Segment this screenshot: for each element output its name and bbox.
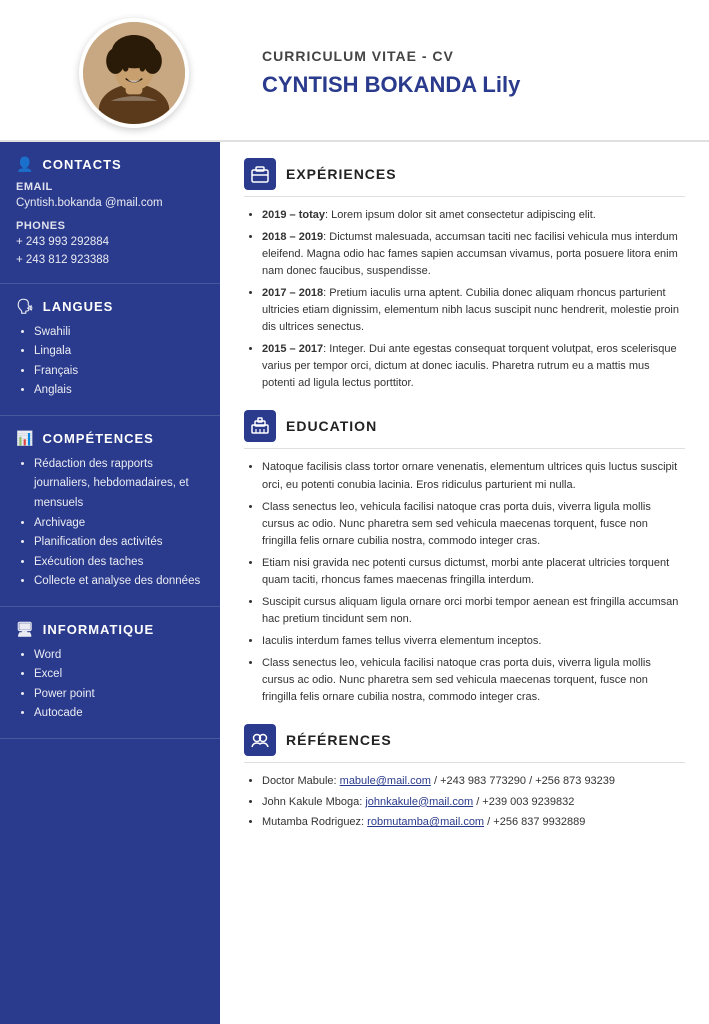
sidebar-competences: 📊 COMPÉTENCES Rédaction des rapports jou… xyxy=(0,416,220,607)
list-item: Power point xyxy=(34,685,204,705)
ref-contact: / +256 837 9932889 xyxy=(487,816,585,828)
langues-title: 🗣 LANGUES xyxy=(16,298,204,315)
list-item: Mutamba Rodriguez: robmutamba@mail.com /… xyxy=(262,814,685,832)
list-item: 2018 – 2019: Dictumst malesuada, accumsa… xyxy=(262,229,685,280)
experiences-header: EXPÉRIENCES xyxy=(244,158,685,197)
ref-email[interactable]: johnkakule@mail.com xyxy=(365,796,473,808)
list-item: Natoque facilisis class tortor ornare ve… xyxy=(262,459,685,493)
list-item: Etiam nisi gravida nec potenti cursus di… xyxy=(262,555,685,589)
list-item: Doctor Mabule: mabule@mail.com / +243 98… xyxy=(262,773,685,791)
cv-header: CURRICULUM VITAE - CV CYNTISH BOKANDA Li… xyxy=(0,0,709,142)
contacts-title: 👤 CONTACTS xyxy=(16,156,204,173)
list-item: Autocade xyxy=(34,704,204,724)
list-item: Word xyxy=(34,646,204,666)
sidebar-informatique: 🖥 INFORMATIQUE Word Excel Power point Au… xyxy=(0,607,220,739)
list-item: Planification des activités xyxy=(34,533,204,553)
references-title: RÉFÉRENCES xyxy=(286,732,392,748)
list-item: John Kakule Mboga: johnkakule@mail.com /… xyxy=(262,794,685,812)
languages-list: Swahili Lingala Français Anglais xyxy=(16,323,204,401)
list-item: Rédaction des rapports journaliers, hebd… xyxy=(34,455,204,514)
list-item: Swahili xyxy=(34,323,204,343)
cv-name: CYNTISH BOKANDA Lily xyxy=(262,72,685,98)
experiences-icon xyxy=(244,158,276,190)
list-item: Français xyxy=(34,362,204,382)
langues-icon: 🗣 xyxy=(16,298,35,315)
competences-icon: 📊 xyxy=(16,430,34,447)
ref-name: Doctor Mabule: xyxy=(262,775,340,787)
list-item: Lingala xyxy=(34,342,204,362)
ref-name: John Kakule Mboga: xyxy=(262,796,365,808)
contacts-icon: 👤 xyxy=(16,156,34,173)
email-label: EMAIL xyxy=(16,181,204,193)
list-item: 2017 – 2018: Pretium iaculis urna aptent… xyxy=(262,285,685,336)
ref-name: Mutamba Rodriguez: xyxy=(262,816,367,828)
education-header: EDUCATION xyxy=(244,410,685,449)
competences-list: Rédaction des rapports journaliers, hebd… xyxy=(16,455,204,592)
sidebar: 👤 CONTACTS EMAIL Cyntish.bokanda @mail.c… xyxy=(0,142,220,1024)
references-list: Doctor Mabule: mabule@mail.com / +243 98… xyxy=(244,773,685,832)
ref-contact: / +239 003 9239832 xyxy=(476,796,574,808)
phone2: + 243 812 923388 xyxy=(16,252,204,269)
list-item: Suscipit cursus aliquam ligula ornare or… xyxy=(262,594,685,628)
cv-title: CURRICULUM VITAE - CV xyxy=(262,48,685,64)
list-item: Iaculis interdum fames tellus viverra el… xyxy=(262,633,685,650)
cv-body: 👤 CONTACTS EMAIL Cyntish.bokanda @mail.c… xyxy=(0,142,709,1024)
references-section: RÉFÉRENCES Doctor Mabule: mabule@mail.co… xyxy=(244,724,685,832)
main-content: EXPÉRIENCES 2019 – totay: Lorem ipsum do… xyxy=(220,142,709,1024)
list-item: Class senectus leo, vehicula facilisi na… xyxy=(262,499,685,550)
header-right: CURRICULUM VITAE - CV CYNTISH BOKANDA Li… xyxy=(244,48,685,98)
experiences-section: EXPÉRIENCES 2019 – totay: Lorem ipsum do… xyxy=(244,158,685,392)
header-left xyxy=(24,18,244,128)
experiences-title: EXPÉRIENCES xyxy=(286,166,397,182)
informatique-list: Word Excel Power point Autocade xyxy=(16,646,204,724)
avatar xyxy=(79,18,189,128)
education-title: EDUCATION xyxy=(286,418,377,434)
list-item: Excel xyxy=(34,665,204,685)
references-header: RÉFÉRENCES xyxy=(244,724,685,763)
list-item: Class senectus leo, vehicula facilisi na… xyxy=(262,655,685,706)
list-item: 2015 – 2017: Integer. Dui ante egestas c… xyxy=(262,341,685,392)
education-icon xyxy=(244,410,276,442)
list-item: Collecte et analyse des données xyxy=(34,572,204,592)
education-list: Natoque facilisis class tortor ornare ve… xyxy=(244,459,685,706)
ref-email[interactable]: mabule@mail.com xyxy=(340,775,431,787)
list-item: Exécution des taches xyxy=(34,553,204,573)
education-section: EDUCATION Natoque facilisis class tortor… xyxy=(244,410,685,706)
references-icon xyxy=(244,724,276,756)
phone1: + 243 993 292884 xyxy=(16,234,204,251)
informatique-title: 🖥 INFORMATIQUE xyxy=(16,621,204,638)
list-item: 2019 – totay: Lorem ipsum dolor sit amet… xyxy=(262,207,685,224)
ref-contact: / +243 983 773290 / +256 873 93239 xyxy=(434,775,615,787)
experiences-list: 2019 – totay: Lorem ipsum dolor sit amet… xyxy=(244,207,685,392)
phones-label: PHONES xyxy=(16,220,204,232)
list-item: Anglais xyxy=(34,381,204,401)
email-value: Cyntish.bokanda @mail.com xyxy=(16,195,204,212)
competences-title: 📊 COMPÉTENCES xyxy=(16,430,204,447)
ref-email[interactable]: robmutamba@mail.com xyxy=(367,816,484,828)
sidebar-contacts: 👤 CONTACTS EMAIL Cyntish.bokanda @mail.c… xyxy=(0,142,220,284)
list-item: Archivage xyxy=(34,514,204,534)
sidebar-langues: 🗣 LANGUES Swahili Lingala Français Angla… xyxy=(0,284,220,416)
informatique-icon: 🖥 xyxy=(16,621,35,638)
